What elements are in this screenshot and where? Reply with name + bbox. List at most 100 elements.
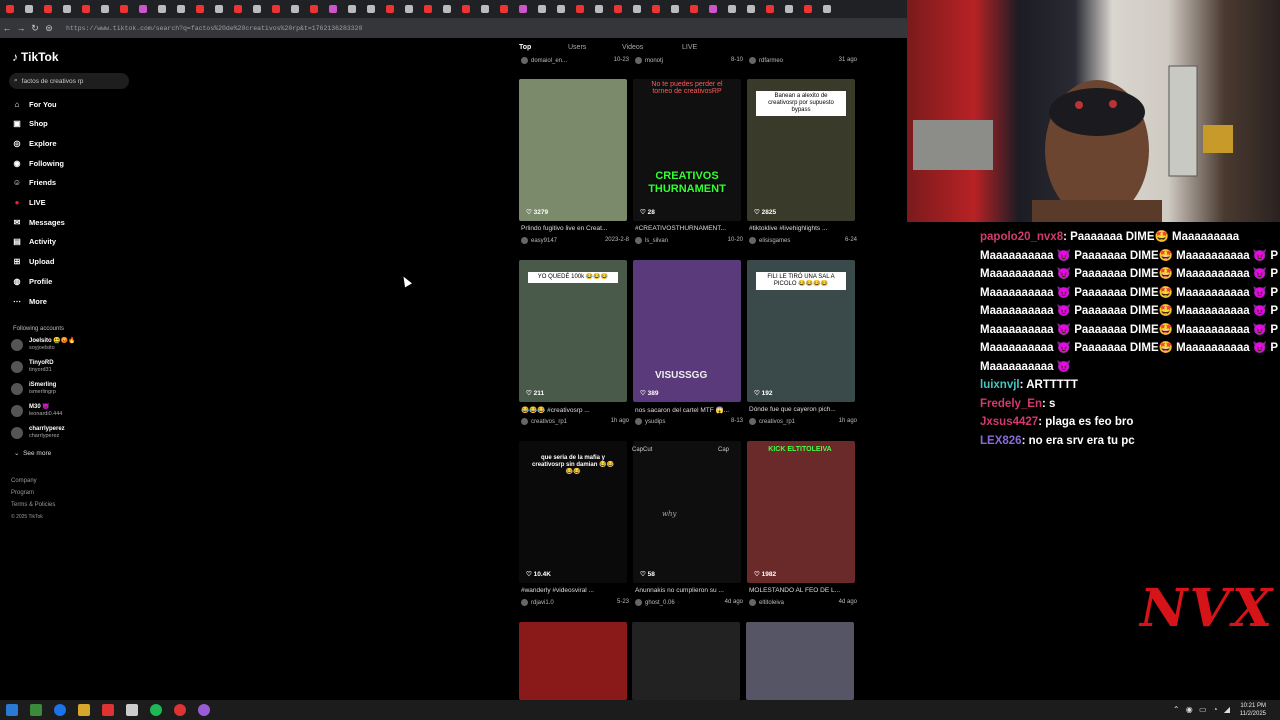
browser-tab[interactable]	[456, 2, 475, 16]
video-author[interactable]: ysudips	[635, 418, 665, 425]
video-caption[interactable]: 😂😂😂 #creativosrp ...	[521, 406, 633, 414]
browser-tab[interactable]	[76, 2, 95, 16]
browser-tab[interactable]	[0, 2, 19, 16]
browser-tab[interactable]	[228, 2, 247, 16]
browser-tab[interactable]	[703, 2, 722, 16]
video-caption[interactable]: Dónde fue que cayeron pich...	[749, 406, 861, 413]
video-author[interactable]: creativos_rp1	[749, 418, 795, 425]
nav-item-profile[interactable]: ◍ Profile	[12, 274, 53, 288]
spotify-icon[interactable]	[150, 704, 162, 716]
nav-item-upload[interactable]: ⊞ Upload	[12, 255, 55, 269]
browser-tab[interactable]	[608, 2, 627, 16]
video-caption[interactable]: nos sacaron del cartel MTF 😱...	[635, 406, 747, 414]
tab-videos[interactable]: Videos	[622, 44, 643, 51]
browser-tab[interactable]	[684, 2, 703, 16]
following-account[interactable]: charrlyperez charrlyperez	[11, 424, 65, 442]
following-account[interactable]: M30 😈 leonardi0.444	[11, 402, 62, 420]
chat-username[interactable]: papolo20_nvx8	[980, 231, 1063, 243]
video-thumbnail[interactable]: ♡ 1982	[747, 441, 855, 583]
video-caption[interactable]: #tiktoklive #livehighlights ...	[749, 225, 861, 232]
browser-tab[interactable]	[304, 2, 323, 16]
browser-tab[interactable]	[209, 2, 228, 16]
nav-item-following[interactable]: ◉ Following	[12, 156, 65, 170]
forward-icon[interactable]: →	[14, 23, 28, 33]
browser-tab[interactable]	[247, 2, 266, 16]
video-caption[interactable]: Prlindo fugitivo live en Creat...	[521, 225, 633, 232]
pen-icon[interactable]	[126, 704, 138, 716]
browser-tab[interactable]	[133, 2, 152, 16]
browser-tab[interactable]	[380, 2, 399, 16]
video-thumbnail[interactable]: FILI LE TIRÓ UNA SAL A PICOLO 😂😂😂😂 ♡ 192	[747, 260, 855, 402]
video-caption[interactable]: Anunnakis no cumplieron su ...	[635, 587, 747, 594]
browser-tab[interactable]	[38, 2, 57, 16]
browser-tab[interactable]	[741, 2, 760, 16]
video-author[interactable]: ls_silvan	[635, 237, 668, 244]
browser-tab[interactable]	[589, 2, 608, 16]
video-caption[interactable]: MOLESTANDO AL FEO DE L...	[749, 587, 861, 594]
browser-tab[interactable]	[494, 2, 513, 16]
site-info-icon[interactable]: ⊜	[42, 23, 56, 34]
see-more-button[interactable]: ⌄ See more	[14, 449, 51, 457]
taskbar-clock[interactable]: 10:21 PM 11/2/2025	[1240, 702, 1266, 718]
browser-tab[interactable]	[817, 2, 836, 16]
nav-item-more[interactable]: ⋯ More	[12, 294, 47, 308]
browser-tab[interactable]	[418, 2, 437, 16]
browser-tab[interactable]	[570, 2, 589, 16]
browser-tab[interactable]	[399, 2, 418, 16]
video-author[interactable]: ghost_0.06	[635, 599, 675, 606]
system-tray[interactable]: ⌃ ◉ ▭ ◔ ◢	[1173, 705, 1232, 714]
folder-icon[interactable]	[78, 704, 90, 716]
chat-username[interactable]: LEX826	[980, 435, 1022, 447]
video-caption[interactable]: #wanderly #videosviral ...	[521, 587, 633, 594]
video-author[interactable]: elisisgames	[749, 237, 790, 244]
browser-tab[interactable]	[152, 2, 171, 16]
browser-tab[interactable]	[19, 2, 38, 16]
video-thumbnail[interactable]: que seria de la mafia y creativosrp sin …	[519, 441, 627, 583]
video-thumbnail[interactable]: ♡ 3279	[519, 79, 627, 221]
chrome-profile-icon[interactable]	[198, 704, 210, 716]
chrome-icon[interactable]	[54, 704, 66, 716]
video-author[interactable]: rdjavi1.0	[521, 599, 554, 606]
video-thumbnail[interactable]	[746, 622, 854, 700]
browser-tab[interactable]	[57, 2, 76, 16]
url-text[interactable]: https://www.tiktok.com/search?q=factos%2…	[66, 25, 362, 32]
video-thumbnail[interactable]: ♡ 58	[633, 441, 741, 583]
video-thumbnail[interactable]: No te puedes perder el torneo de creativ…	[633, 79, 741, 221]
nav-item-explore[interactable]: ◎ Explore	[12, 136, 57, 150]
tab-top[interactable]: Top	[519, 44, 531, 51]
browser-tab[interactable]	[285, 2, 304, 16]
search-input[interactable]: ⌕ factos de creativos rp	[9, 73, 129, 89]
nav-item-shop[interactable]: ▣ Shop	[12, 117, 48, 131]
terminal-icon[interactable]	[30, 704, 42, 716]
video-thumbnail[interactable]	[632, 622, 740, 700]
tiktok-logo[interactable]: ♪ TikTok	[12, 50, 59, 64]
tab-live[interactable]: LIVE	[682, 44, 697, 51]
browser-tab[interactable]	[646, 2, 665, 16]
video-caption[interactable]: #CREATIVOSTHURNAMENT...	[635, 225, 747, 232]
video-author[interactable]: easy9147	[521, 237, 557, 244]
vivaldi-icon[interactable]	[102, 704, 114, 716]
nav-item-live[interactable]: ● LIVE	[12, 196, 46, 210]
video-thumbnail[interactable]: Banean a alexito de creativosrp por supu…	[747, 79, 855, 221]
chrome-alt-icon[interactable]	[174, 704, 186, 716]
nav-item-friends[interactable]: ☺ Friends	[12, 176, 56, 190]
footer-link[interactable]: Program	[11, 490, 34, 496]
browser-tab[interactable]	[323, 2, 342, 16]
browser-tab[interactable]	[665, 2, 684, 16]
chat-username[interactable]: luixnvjl	[980, 379, 1020, 391]
video-author[interactable]: rdfarmeo	[749, 57, 783, 64]
back-icon[interactable]: ←	[0, 23, 14, 33]
video-author[interactable]: creativos_rp1	[521, 418, 567, 425]
footer-link[interactable]: Company	[11, 478, 37, 484]
nav-item-for-you[interactable]: ⌂ For You	[12, 97, 57, 111]
video-thumbnail[interactable]: YO QUEDÉ 100k 😂😂😂 ♡ 211	[519, 260, 627, 402]
browser-tab[interactable]	[114, 2, 133, 16]
following-account[interactable]: iSmerling ismerlingrp	[11, 380, 56, 398]
browser-tab[interactable]	[95, 2, 114, 16]
browser-tab[interactable]	[722, 2, 741, 16]
following-account[interactable]: TinyoRD tinyord31	[11, 358, 54, 376]
nav-item-activity[interactable]: ▤ Activity	[12, 235, 56, 249]
browser-tab[interactable]	[342, 2, 361, 16]
browser-tab[interactable]	[437, 2, 456, 16]
browser-tab[interactable]	[190, 2, 209, 16]
